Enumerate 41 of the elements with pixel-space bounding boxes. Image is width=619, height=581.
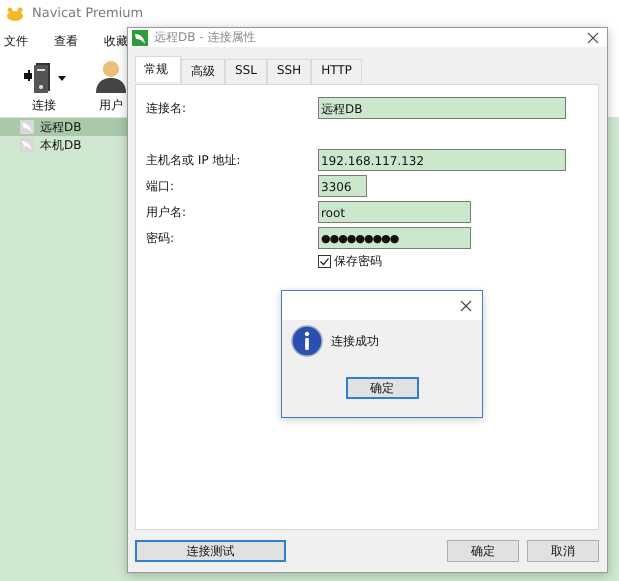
checkbox[interactable]: [318, 255, 331, 268]
checkbox-label: 保存密码: [334, 253, 382, 270]
sidebar-item[interactable]: 本机DB: [0, 136, 140, 154]
menu-item[interactable]: 收藏: [104, 32, 128, 50]
field-label: 连接名:: [146, 100, 188, 116]
input-field[interactable]: 192.168.117.132: [318, 149, 566, 171]
dialog-button[interactable]: 确定: [447, 540, 519, 562]
window-title: 远程DB - 连接属性: [154, 29, 256, 46]
tab[interactable]: HTTP: [311, 59, 362, 84]
menu-item[interactable]: 文件: [4, 32, 28, 50]
database-icon: [20, 120, 34, 134]
item-label: 本机DB: [40, 136, 82, 154]
item-label: 远程DB: [40, 118, 82, 136]
field-label: 用户名:: [146, 204, 188, 220]
input-field[interactable]: 3306: [318, 175, 367, 197]
input-field[interactable]: 远程DB: [318, 97, 566, 119]
field-label: 端口:: [146, 178, 176, 194]
window-title: Navicat Premium: [32, 6, 144, 21]
database-icon: [20, 138, 34, 152]
field-label: 主机名或 IP 地址:: [146, 152, 242, 168]
checkbox-icon: [318, 255, 331, 268]
toolbar-button[interactable]: 用户: [94, 55, 128, 117]
tab[interactable]: SSL: [225, 59, 267, 84]
message-text: 连接成功: [331, 332, 379, 350]
app-logo-icon: [6, 6, 24, 20]
user-icon: [94, 59, 128, 93]
ok-button[interactable]: 确定: [346, 377, 418, 399]
dialog-button[interactable]: 取消: [527, 540, 599, 562]
field-label: 密码:: [146, 230, 176, 246]
dialog-button[interactable]: 连接测试: [135, 540, 286, 562]
toolbar-button[interactable]: 连接: [22, 55, 66, 117]
tab[interactable]: 常规: [135, 56, 181, 82]
menu-item[interactable]: 查看: [54, 32, 78, 50]
close-icon: [587, 32, 599, 44]
password-field[interactable]: ●●●●●●●●●: [318, 227, 471, 249]
input-field[interactable]: root: [318, 201, 471, 223]
info-icon: [291, 325, 323, 357]
caret-icon: [58, 76, 66, 80]
close-icon: [460, 300, 472, 312]
tab[interactable]: SSH: [266, 59, 312, 84]
tab[interactable]: 高级: [181, 59, 225, 84]
